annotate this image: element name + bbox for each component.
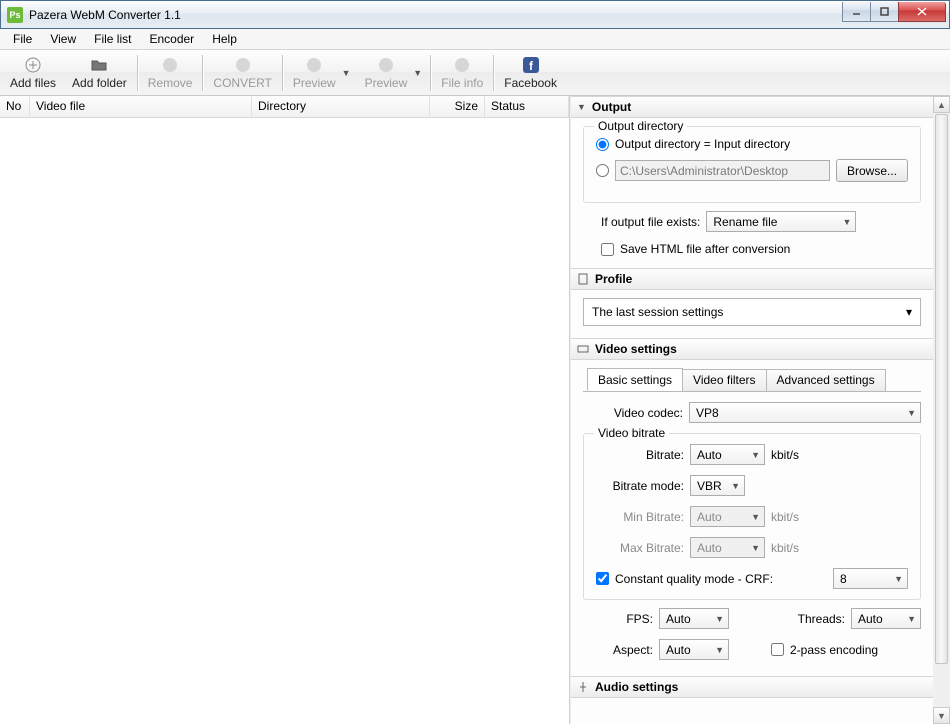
settings-panel: ▲ ▼ ▼ Output Output directory Output dir…: [570, 96, 950, 724]
menu-help[interactable]: Help: [203, 30, 246, 48]
app-icon: Ps: [7, 7, 23, 23]
tab-advanced[interactable]: Advanced settings: [766, 369, 886, 392]
fps-label: FPS:: [583, 612, 653, 626]
list-header: No Video file Directory Size Status: [0, 96, 569, 118]
circle-icon: [234, 56, 252, 74]
output-section-header[interactable]: ▼ Output: [571, 96, 933, 118]
cq-label: Constant quality mode - CRF:: [615, 572, 773, 586]
bitrate-unit: kbit/s: [771, 448, 799, 462]
folder-icon: [90, 56, 108, 74]
maximize-button[interactable]: [870, 2, 899, 22]
video-section-header[interactable]: Video settings: [571, 338, 933, 360]
collapse-icon: ▼: [577, 102, 586, 112]
output-same-dir-label: Output directory = Input directory: [615, 137, 790, 151]
scrollbar[interactable]: ▲ ▼: [933, 96, 950, 724]
tab-filters[interactable]: Video filters: [682, 369, 766, 392]
section-title: Audio settings: [595, 680, 678, 694]
aspect-label: Aspect:: [583, 643, 653, 657]
profile-select[interactable]: The last session settings ▾: [583, 298, 921, 326]
scroll-down-icon[interactable]: ▼: [933, 707, 950, 724]
preview-1-button[interactable]: Preview ▼: [285, 51, 357, 95]
threads-label: Threads:: [798, 612, 845, 626]
min-bitrate-unit: kbit/s: [771, 510, 799, 524]
menubar: File View File list Encoder Help: [0, 29, 950, 50]
chevron-down-icon[interactable]: ▼: [413, 68, 420, 78]
chevron-down-icon[interactable]: ▼: [342, 68, 349, 78]
max-bitrate-select: Auto▼: [690, 537, 765, 558]
circle-icon: [305, 56, 323, 74]
close-button[interactable]: [898, 2, 946, 22]
video-codec-select[interactable]: VP8▼: [689, 402, 921, 423]
col-size[interactable]: Size: [430, 96, 485, 117]
chevron-down-icon: ▾: [906, 305, 912, 319]
document-icon: [577, 273, 589, 285]
fps-select[interactable]: Auto▼: [659, 608, 729, 629]
video-codec-label: Video codec:: [583, 406, 683, 420]
bitrate-label: Bitrate:: [596, 448, 684, 462]
section-title: Profile: [595, 272, 632, 286]
add-folder-button[interactable]: Add folder: [64, 51, 135, 95]
audio-section-header[interactable]: Audio settings: [571, 676, 933, 698]
aspect-select[interactable]: Auto▼: [659, 639, 729, 660]
circle-icon: [377, 56, 395, 74]
file-info-button[interactable]: File info: [433, 51, 491, 95]
titlebar: Ps Pazera WebM Converter 1.1: [0, 0, 950, 29]
min-bitrate-select: Auto▼: [690, 506, 765, 527]
preview-2-button[interactable]: Preview ▼: [357, 51, 429, 95]
output-path-input[interactable]: [615, 160, 830, 181]
tab-basic[interactable]: Basic settings: [587, 368, 683, 391]
audio-icon: [577, 681, 589, 693]
bitrate-mode-label: Bitrate mode:: [596, 479, 684, 493]
add-files-button[interactable]: Add files: [2, 51, 64, 95]
col-dir[interactable]: Directory: [252, 96, 430, 117]
facebook-button[interactable]: f Facebook: [496, 51, 565, 95]
min-bitrate-label: Min Bitrate:: [596, 510, 684, 524]
output-exists-select[interactable]: Rename file▼: [706, 211, 856, 232]
video-icon: [577, 343, 589, 355]
profile-section-header[interactable]: Profile: [571, 268, 933, 290]
facebook-icon: f: [522, 56, 540, 74]
save-html-label: Save HTML file after conversion: [620, 242, 790, 256]
menu-file[interactable]: File: [4, 30, 41, 48]
menu-filelist[interactable]: File list: [85, 30, 140, 48]
circle-icon: [453, 56, 471, 74]
section-title: Video settings: [595, 342, 677, 356]
twopass-checkbox[interactable]: [771, 643, 784, 656]
output-custom-dir-radio[interactable]: [596, 164, 609, 177]
output-dir-legend: Output directory: [594, 119, 687, 133]
twopass-label: 2-pass encoding: [790, 643, 878, 657]
max-bitrate-label: Max Bitrate:: [596, 541, 684, 555]
bitrate-legend: Video bitrate: [594, 426, 669, 440]
section-title: Output: [592, 100, 631, 114]
col-status[interactable]: Status: [485, 96, 569, 117]
cq-checkbox[interactable]: [596, 572, 609, 585]
bitrate-select[interactable]: Auto▼: [690, 444, 765, 465]
exists-label: If output file exists:: [601, 215, 700, 229]
video-tabs: Basic settings Video filters Advanced se…: [583, 368, 921, 392]
window-title: Pazera WebM Converter 1.1: [29, 8, 843, 22]
remove-button[interactable]: Remove: [140, 51, 201, 95]
menu-encoder[interactable]: Encoder: [140, 30, 203, 48]
plus-circle-icon: [24, 56, 42, 74]
col-file[interactable]: Video file: [30, 96, 252, 117]
file-list-panel: No Video file Directory Size Status: [0, 96, 570, 724]
save-html-checkbox[interactable]: [601, 243, 614, 256]
toolbar: Add files Add folder Remove CONVERT Prev…: [0, 50, 950, 96]
bitrate-mode-select[interactable]: VBR▼: [690, 475, 745, 496]
max-bitrate-unit: kbit/s: [771, 541, 799, 555]
browse-button[interactable]: Browse...: [836, 159, 908, 182]
convert-button[interactable]: CONVERT: [205, 51, 279, 95]
col-no[interactable]: No: [0, 96, 30, 117]
minimize-button[interactable]: [842, 2, 871, 22]
threads-select[interactable]: Auto▼: [851, 608, 921, 629]
cq-select[interactable]: 8▼: [833, 568, 908, 589]
scroll-up-icon[interactable]: ▲: [933, 96, 950, 113]
circle-icon: [161, 56, 179, 74]
output-same-dir-radio[interactable]: [596, 138, 609, 151]
menu-view[interactable]: View: [41, 30, 85, 48]
scroll-thumb[interactable]: [935, 114, 948, 664]
